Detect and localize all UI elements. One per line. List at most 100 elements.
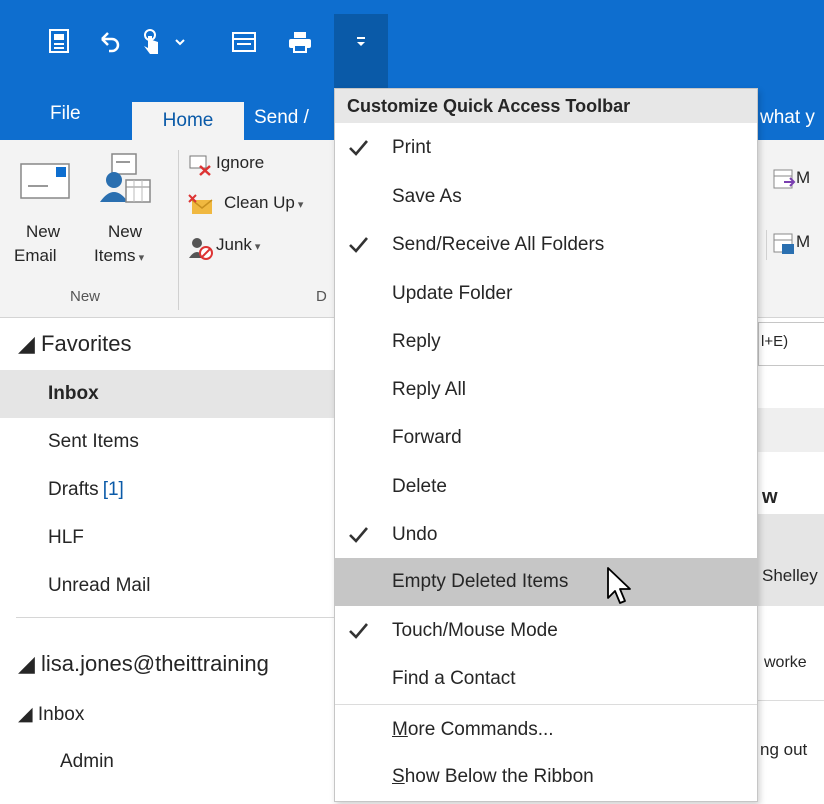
message-preview[interactable]: ng out <box>760 740 807 760</box>
menu-item-label: Find a Contact <box>392 668 516 689</box>
message-preview[interactable]: worke <box>764 654 807 672</box>
new-email-label-1: New <box>26 222 61 241</box>
message-sender: Shelley <box>762 566 818 585</box>
new-items-button[interactable]: New Items ▾ <box>90 148 172 298</box>
folder-label: Sent Items <box>48 431 139 452</box>
favorites-header[interactable]: ◢ Favorites <box>0 320 334 368</box>
group-label-new: New <box>70 288 101 305</box>
menu-item-print[interactable]: Print <box>335 124 757 172</box>
folder-sent-items[interactable]: Sent Items <box>0 418 334 466</box>
customize-qat-menu: Customize Quick Access Toolbar Print Sav… <box>334 88 758 802</box>
calendar-team-icon <box>773 233 794 254</box>
menu-item-label: Print <box>392 137 432 158</box>
menu-item-save-as[interactable]: Save As <box>335 173 757 221</box>
menu-item-label: Empty Deleted Items <box>392 571 569 592</box>
menu-item-more-commands[interactable]: More Commands... <box>335 706 757 754</box>
menu-item-touch-mouse-mode[interactable]: Touch/Mouse Mode <box>335 607 757 655</box>
tab-file[interactable]: File <box>50 94 81 134</box>
ribbon-right-button-2[interactable]: M <box>772 230 824 260</box>
search-box[interactable]: l+E) <box>758 322 824 366</box>
clean-up-button[interactable]: Clean Up ▾ <box>186 190 336 220</box>
menu-item-label: Send/Receive All Folders <box>392 234 605 255</box>
junk-button[interactable]: Junk ▾ <box>186 232 306 262</box>
menu-item-find-contact[interactable]: Find a Contact <box>335 655 757 703</box>
ignore-button[interactable]: Ignore <box>186 150 306 180</box>
menu-item-update-folder[interactable]: Update Folder <box>335 270 757 318</box>
undo-icon[interactable] <box>92 24 126 60</box>
account-header[interactable]: ◢ lisa.jones@theittraining <box>0 640 334 688</box>
menu-item-label: Delete <box>392 476 447 497</box>
access-key: M <box>392 719 408 740</box>
chevron-down-icon[interactable] <box>170 24 190 60</box>
chevron-down-icon: ▾ <box>254 241 261 253</box>
menu-item-send-receive-all[interactable]: Send/Receive All Folders <box>335 221 757 269</box>
junk-text: Junk <box>216 235 252 254</box>
empty-deleted-icon[interactable] <box>224 24 264 60</box>
unread-count: [1] <box>102 479 124 500</box>
folder-hlf[interactable]: HLF <box>0 514 334 562</box>
list-group-header: w <box>762 486 778 508</box>
tell-me-box[interactable]: what y <box>760 98 815 138</box>
folder-inbox[interactable]: Inbox <box>0 370 334 418</box>
menu-item-undo[interactable]: Undo <box>335 511 757 559</box>
message-item-selected[interactable]: Shelley <box>758 514 824 606</box>
menu-item-label: More Commands... <box>392 719 554 741</box>
menu-item-empty-deleted-items[interactable]: Empty Deleted Items <box>335 558 757 606</box>
folder-label: HLF <box>48 527 84 548</box>
ribbon-divider <box>766 230 767 260</box>
menu-item-show-below-ribbon[interactable]: Show Below the Ribbon <box>335 753 757 801</box>
tab-send-receive[interactable]: Send / <box>254 98 309 138</box>
menu-item-label: Reply <box>392 331 441 352</box>
customize-toolbar-button[interactable] <box>334 14 388 88</box>
folder-unread-mail[interactable]: Unread Mail <box>0 562 334 610</box>
menu-item-label: Undo <box>392 524 438 545</box>
folder-drafts[interactable]: Drafts [1] <box>0 466 334 514</box>
new-email-icon <box>20 163 70 199</box>
list-divider <box>758 700 824 701</box>
send-receive-icon[interactable] <box>40 24 80 60</box>
calendar-move-icon <box>773 169 796 189</box>
junk-icon <box>189 238 213 260</box>
menu-item-delete[interactable]: Delete <box>335 463 757 511</box>
menu-item-label: Show Below the Ribbon <box>392 766 594 788</box>
menu-item-label: Update Folder <box>392 283 513 304</box>
new-items-icon <box>100 153 151 203</box>
group-label-delete: D <box>316 288 327 305</box>
new-items-label-text: Items <box>94 246 136 265</box>
clean-up-text: Clean Up <box>224 193 295 212</box>
menu-item-reply-all[interactable]: Reply All <box>335 366 757 414</box>
menu-divider <box>335 704 757 705</box>
list-header-bar <box>758 408 824 452</box>
print-icon[interactable] <box>280 24 320 60</box>
new-email-label-2: Email <box>14 246 57 265</box>
new-items-label-1: New <box>108 222 143 241</box>
customize-dropdown-icon <box>357 37 365 46</box>
clean-up-icon <box>188 194 213 214</box>
check-icon <box>349 237 368 253</box>
folder-divider <box>16 617 334 618</box>
new-email-button[interactable]: New Email <box>14 148 80 298</box>
menu-item-label-rest: ore Commands... <box>407 719 554 740</box>
touch-mode-icon[interactable] <box>134 24 168 60</box>
folder-label: Inbox <box>48 383 99 404</box>
clean-up-label: Clean Up ▾ <box>224 193 303 213</box>
search-hint: l+E) <box>761 333 789 350</box>
ribbon-right-button-1[interactable]: M <box>772 166 824 196</box>
ignore-icon <box>189 155 211 176</box>
check-icon <box>349 140 368 156</box>
menu-item-forward[interactable]: Forward <box>335 414 757 462</box>
folder-label: Drafts <box>48 479 99 500</box>
folder-inbox-tree[interactable]: ◢ Inbox <box>0 692 334 736</box>
menu-title: Customize Quick Access Toolbar <box>335 89 757 123</box>
ignore-label: Ignore <box>216 153 265 172</box>
menu-item-label: Save As <box>392 186 462 207</box>
tab-home[interactable]: Home <box>132 102 244 140</box>
new-items-label-2: Items ▾ <box>94 246 144 266</box>
menu-item-label-rest: how Below the Ribbon <box>404 766 594 787</box>
menu-item-label: Forward <box>392 427 462 448</box>
folder-admin[interactable]: Admin <box>0 740 334 784</box>
access-key: S <box>392 766 405 787</box>
chevron-down-icon: ▾ <box>138 252 145 264</box>
menu-item-reply[interactable]: Reply <box>335 318 757 366</box>
ribbon-right-label-1: M <box>796 168 811 187</box>
